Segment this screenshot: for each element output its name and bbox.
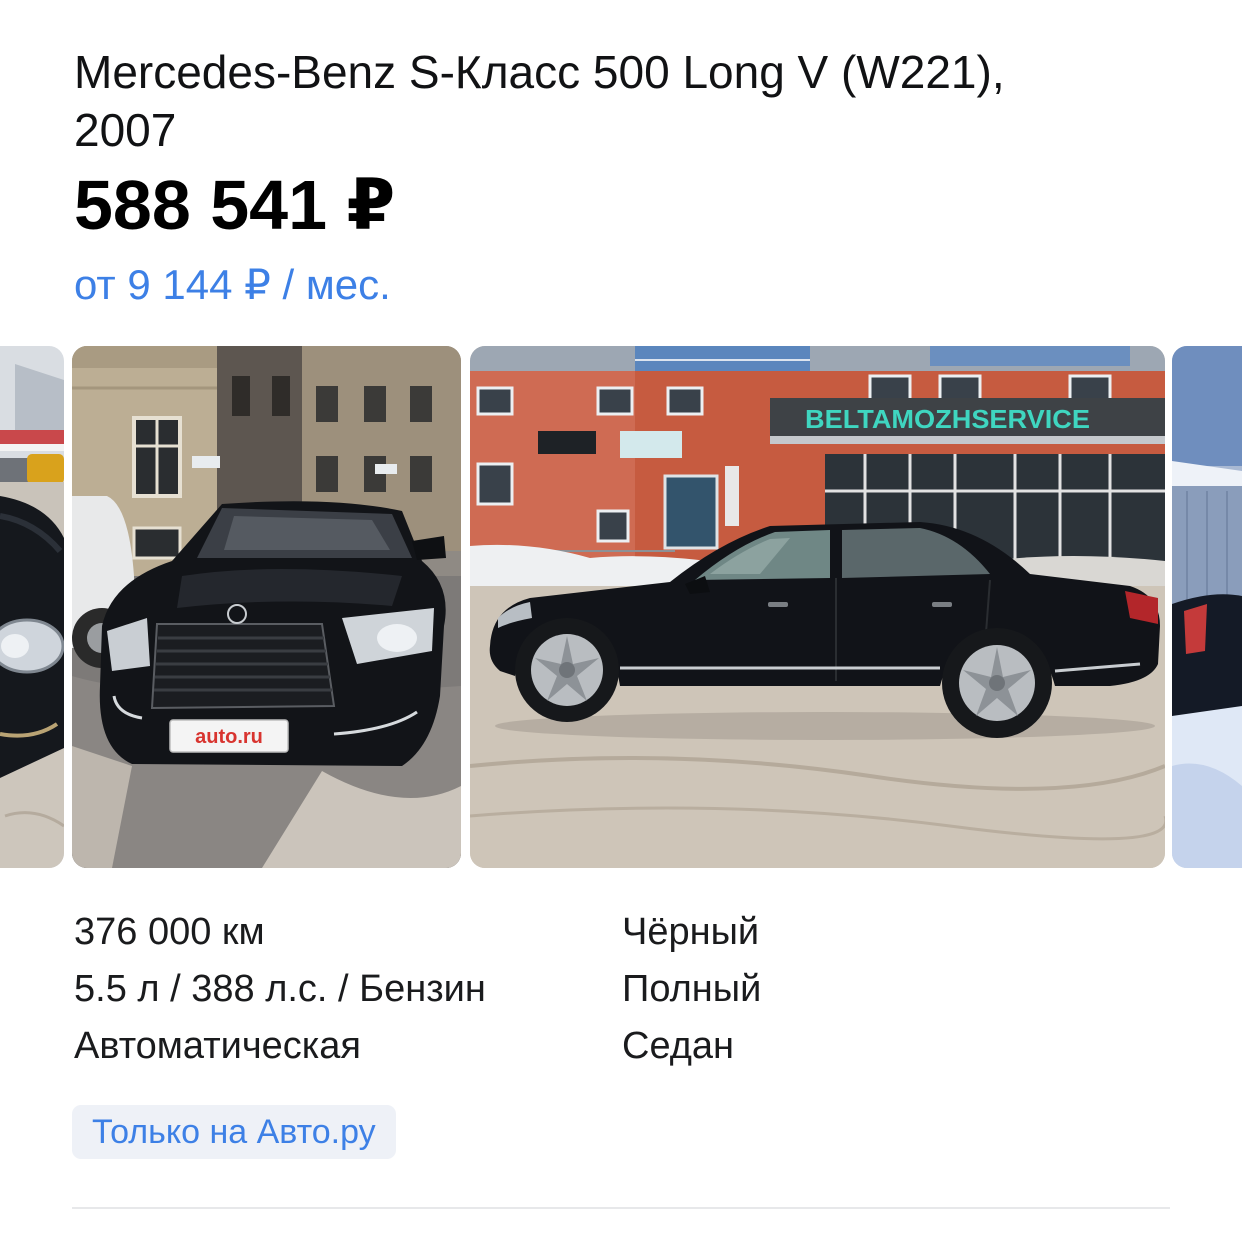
listing-title[interactable]: Mercedes-Benz S-Класс 500 Long V (W221),… bbox=[74, 43, 1084, 159]
black-car-front bbox=[0, 496, 64, 786]
plate-text: auto.ru bbox=[195, 726, 263, 748]
spec-body-type: Седан bbox=[622, 1025, 735, 1067]
spec-drive: Полный bbox=[622, 968, 762, 1010]
specs-left-column: 376 000 км 5.5 л / 388 л.с. / Бензин Авт… bbox=[74, 904, 486, 1075]
photo-gallery[interactable]: auto.ru BELTAMOZHSERVICE bbox=[0, 346, 1242, 868]
snow-ground bbox=[1172, 706, 1242, 868]
divider bbox=[72, 1207, 1170, 1209]
gallery-photo-3[interactable]: BELTAMOZHSERVICE bbox=[470, 346, 1165, 868]
car-photo-image bbox=[0, 346, 64, 868]
spec-engine: 5.5 л / 388 л.с. / Бензин bbox=[74, 968, 486, 1010]
black-car-rear bbox=[1172, 594, 1242, 718]
rear-wheel bbox=[942, 628, 1052, 738]
car-photo-image: BELTAMOZHSERVICE bbox=[470, 346, 1165, 868]
gallery-photo-4[interactable] bbox=[1172, 346, 1242, 868]
spec-color: Чёрный bbox=[622, 911, 760, 953]
specs-right-column: Чёрный Полный Седан bbox=[622, 904, 761, 1075]
sign-text: BELTAMOZHSERVICE bbox=[805, 404, 1090, 434]
car-photo-image: auto.ru bbox=[72, 346, 461, 868]
listing-price: 588 541 ₽ bbox=[74, 166, 396, 244]
license-plate: auto.ru bbox=[169, 719, 289, 753]
gallery-photo-2[interactable]: auto.ru bbox=[72, 346, 461, 868]
car-photo-image bbox=[1172, 346, 1242, 868]
front-wheel bbox=[515, 618, 619, 722]
spec-transmission: Автоматическая bbox=[74, 1025, 361, 1067]
spec-mileage: 376 000 км bbox=[74, 911, 265, 953]
exclusive-badge: Только на Авто.ру bbox=[72, 1105, 396, 1159]
monthly-payment-link[interactable]: от 9 144 ₽ / мес. bbox=[74, 260, 391, 310]
gallery-photo-1[interactable] bbox=[0, 346, 64, 868]
